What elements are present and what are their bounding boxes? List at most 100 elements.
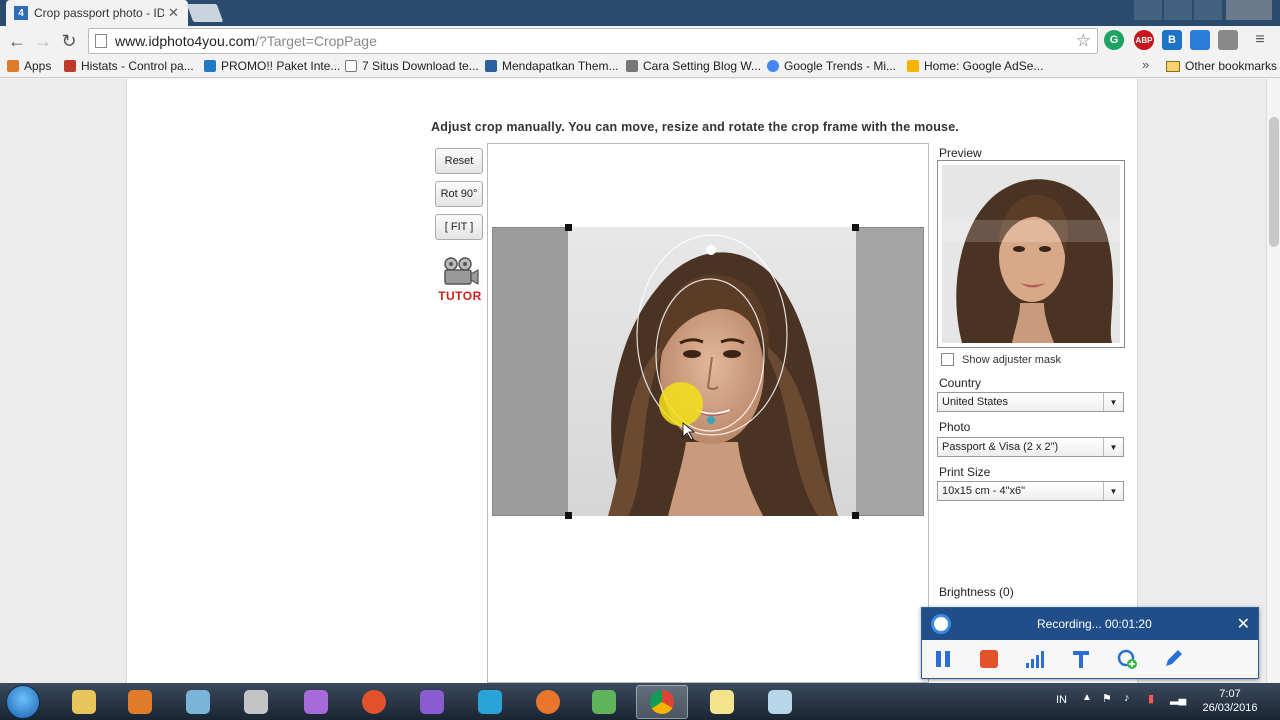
firefox-icon	[536, 690, 560, 714]
bookmark-mendapatkan[interactable]: Mendapatkan Them...	[485, 59, 619, 73]
photo-select[interactable]: Passport & Visa (2 x 2") ▼	[937, 437, 1124, 457]
bookmark-label: Home: Google AdSe...	[924, 59, 1044, 73]
new-tab-button[interactable]	[186, 4, 224, 22]
taskbar-chrome[interactable]	[636, 685, 688, 719]
r-icon	[485, 60, 497, 72]
crop-frame[interactable]	[568, 227, 856, 516]
taskbar-media-player[interactable]	[114, 685, 166, 719]
bookmark-7-situs[interactable]: 7 Situs Download te...	[345, 59, 479, 73]
user-profile-button[interactable]	[1134, 0, 1162, 20]
reset-button[interactable]: Reset	[435, 148, 483, 174]
volume-icon[interactable]: ♪	[1124, 692, 1130, 704]
extension-icon[interactable]	[1190, 30, 1210, 50]
scrollbar-thumb[interactable]	[1269, 117, 1279, 247]
recording-status: Recording... 00:01:20	[1037, 617, 1152, 631]
grammarly-extension-icon[interactable]: G	[1104, 30, 1124, 50]
maximize-button[interactable]	[1194, 0, 1222, 20]
country-label: Country	[939, 376, 982, 390]
stop-icon[interactable]	[978, 648, 1000, 670]
bookmark-promo[interactable]: PROMO!! Paket Inte...	[204, 59, 340, 73]
show-hidden-icons-icon[interactable]: ▲	[1082, 692, 1092, 703]
folder-icon	[72, 690, 96, 714]
audio-level-icon[interactable]	[1024, 648, 1046, 670]
minimize-button[interactable]	[1164, 0, 1192, 20]
adjuster-mask-checkbox[interactable]	[941, 353, 954, 366]
network-signal-icon[interactable]: ▂▄	[1170, 692, 1186, 705]
tab-close-icon[interactable]: ✕	[168, 5, 179, 21]
address-bar[interactable]: www.idphoto4you.com /?Target=CropPage ☆	[88, 28, 1098, 54]
fit-button[interactable]: [ FIT ]	[435, 214, 483, 240]
back-arrow-icon[interactable]: ←	[4, 28, 30, 54]
system-clock[interactable]: 7:07 26/03/2016	[1198, 687, 1262, 715]
chevron-down-icon: ▼	[1103, 482, 1123, 500]
battery-icon[interactable]: ▮	[1148, 692, 1154, 705]
adblock-extension-icon[interactable]: ABP	[1134, 30, 1154, 50]
taskbar-messenger[interactable]	[290, 685, 342, 719]
webcam-add-icon[interactable]	[1116, 648, 1138, 670]
recording-close-icon[interactable]: ✕	[1237, 614, 1250, 634]
adjuster-mask-checkbox-row[interactable]: Show adjuster mask	[941, 353, 1061, 366]
taskbar-app-fire[interactable]	[348, 685, 400, 719]
bookmark-star-icon[interactable]: ☆	[1076, 31, 1091, 51]
marker-tool-icon[interactable]	[1070, 648, 1092, 670]
windows-taskbar: IN ▲ ⚑ ♪ ▮ ▂▄ 7:07 26/03/2016	[0, 683, 1280, 720]
taskbar-firefox[interactable]	[522, 685, 574, 719]
country-value: United States	[942, 396, 1009, 408]
page-info-icon[interactable]	[95, 34, 107, 48]
bookmark-apps[interactable]: Apps	[7, 59, 51, 73]
reload-icon[interactable]: ↻	[56, 28, 82, 54]
paint-icon	[186, 690, 210, 714]
pin-icon	[626, 60, 638, 72]
tab-title: Crop passport photo - IDP	[34, 6, 164, 20]
menu-icon[interactable]: ≡	[1250, 30, 1270, 50]
bookmark-histats[interactable]: Histats - Control pa...	[64, 59, 194, 73]
browser-tab[interactable]: 4 Crop passport photo - IDP ✕	[6, 0, 188, 26]
taskbar-feather[interactable]	[406, 685, 458, 719]
bookmark-google-trends[interactable]: Google Trends - Mi...	[767, 59, 896, 73]
country-select[interactable]: United States ▼	[937, 392, 1124, 412]
taskbar-screen-recorder[interactable]	[754, 685, 806, 719]
histats-icon	[64, 60, 76, 72]
vertical-scrollbar[interactable]	[1266, 79, 1280, 683]
start-button[interactable]	[6, 685, 40, 719]
window-close-button[interactable]	[1226, 0, 1272, 20]
bookmark-label: Cara Setting Blog W...	[643, 59, 762, 73]
tutor-label: TUTOR	[438, 289, 482, 303]
crop-handle-top-right[interactable]	[852, 224, 859, 231]
adsense-icon	[907, 60, 919, 72]
folder-icon	[1166, 60, 1180, 72]
print-size-select[interactable]: 10x15 cm - 4"x6" ▼	[937, 481, 1124, 501]
bookmark-label: 7 Situs Download te...	[362, 59, 479, 73]
apps-grid-icon	[7, 60, 19, 72]
bookmark-label: Mendapatkan Them...	[502, 59, 619, 73]
crop-handle-top-left[interactable]	[565, 224, 572, 231]
taskbar-sticky-notes[interactable]	[696, 685, 748, 719]
more-bookmarks-chevron-icon[interactable]: »	[1142, 57, 1149, 72]
other-bookmarks[interactable]: Other bookmarks	[1166, 59, 1277, 73]
bookmark-label: Apps	[24, 59, 52, 73]
language-indicator[interactable]: IN	[1056, 694, 1067, 706]
tutorial-link[interactable]: TUTOR	[435, 256, 485, 303]
bookmark-cara-setting[interactable]: Cara Setting Blog W...	[626, 59, 761, 73]
taskbar-snipping[interactable]	[230, 685, 282, 719]
crop-handle-bottom-right[interactable]	[852, 512, 859, 519]
taskbar-notes[interactable]	[578, 685, 630, 719]
camera-icon	[931, 614, 951, 634]
print-size-value: 10x15 cm - 4"x6"	[942, 485, 1026, 497]
action-center-flag-icon[interactable]: ⚑	[1102, 692, 1112, 705]
crop-handle-bottom-left[interactable]	[565, 512, 572, 519]
taskbar-explorer[interactable]	[58, 685, 110, 719]
taskbar-paint[interactable]	[172, 685, 224, 719]
bookmarks-bar: Apps Histats - Control pa... PROMO!! Pak…	[0, 56, 1280, 78]
pause-icon[interactable]	[932, 648, 954, 670]
taskbar-network-app[interactable]	[464, 685, 516, 719]
forward-arrow-icon[interactable]: →	[30, 28, 56, 54]
portrait-photo	[568, 227, 856, 516]
b-extension-icon[interactable]: B	[1162, 30, 1182, 50]
rotate-90-button[interactable]: Rot 90°	[435, 181, 483, 207]
pen-icon[interactable]	[1162, 648, 1184, 670]
bookmark-adsense[interactable]: Home: Google AdSe...	[907, 59, 1043, 73]
chrome-icon	[650, 690, 674, 714]
extension-2-icon[interactable]	[1218, 30, 1238, 50]
brightness-label: Brightness (0)	[939, 585, 1014, 599]
